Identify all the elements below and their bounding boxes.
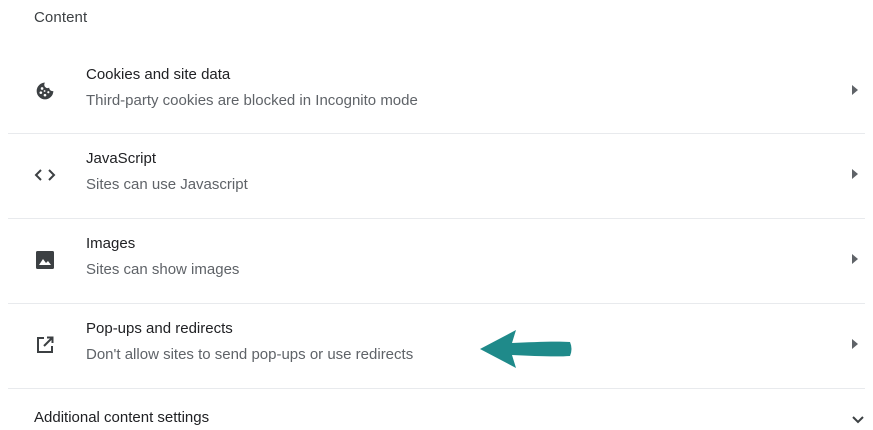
chevron-right-icon <box>849 167 861 181</box>
row-subtitle: Don't allow sites to send pop-ups or use… <box>86 346 414 363</box>
row-title: Images <box>86 235 136 252</box>
chevron-right-icon <box>849 337 861 351</box>
popups-redirects-row[interactable]: Pop-ups and redirects Don't allow sites … <box>8 304 865 388</box>
row-subtitle: Third-party cookies are blocked in Incog… <box>86 92 418 109</box>
chevron-right-icon <box>849 83 861 97</box>
row-title: Pop-ups and redirects <box>86 320 233 337</box>
row-title: Cookies and site data <box>86 66 231 83</box>
open-in-new-icon <box>33 333 57 357</box>
row-title: JavaScript <box>86 150 157 167</box>
cookie-icon <box>33 79 57 103</box>
chevron-down-icon <box>851 412 865 424</box>
images-row[interactable]: Images Sites can show images <box>8 219 865 303</box>
callout-arrow-icon <box>480 330 572 368</box>
section-title: Content <box>34 9 88 26</box>
javascript-row[interactable]: JavaScript Sites can use Javascript <box>8 134 865 218</box>
chevron-right-icon <box>849 252 861 266</box>
code-icon <box>33 163 57 187</box>
row-subtitle: Sites can show images <box>86 261 240 278</box>
row-subtitle: Sites can use Javascript <box>86 176 248 193</box>
additional-content-settings-row[interactable]: Additional content settings <box>8 389 865 427</box>
image-icon <box>33 248 57 272</box>
additional-content-settings-label: Additional content settings <box>34 409 210 426</box>
cookies-site-data-row[interactable]: Cookies and site data Third-party cookie… <box>8 50 865 134</box>
